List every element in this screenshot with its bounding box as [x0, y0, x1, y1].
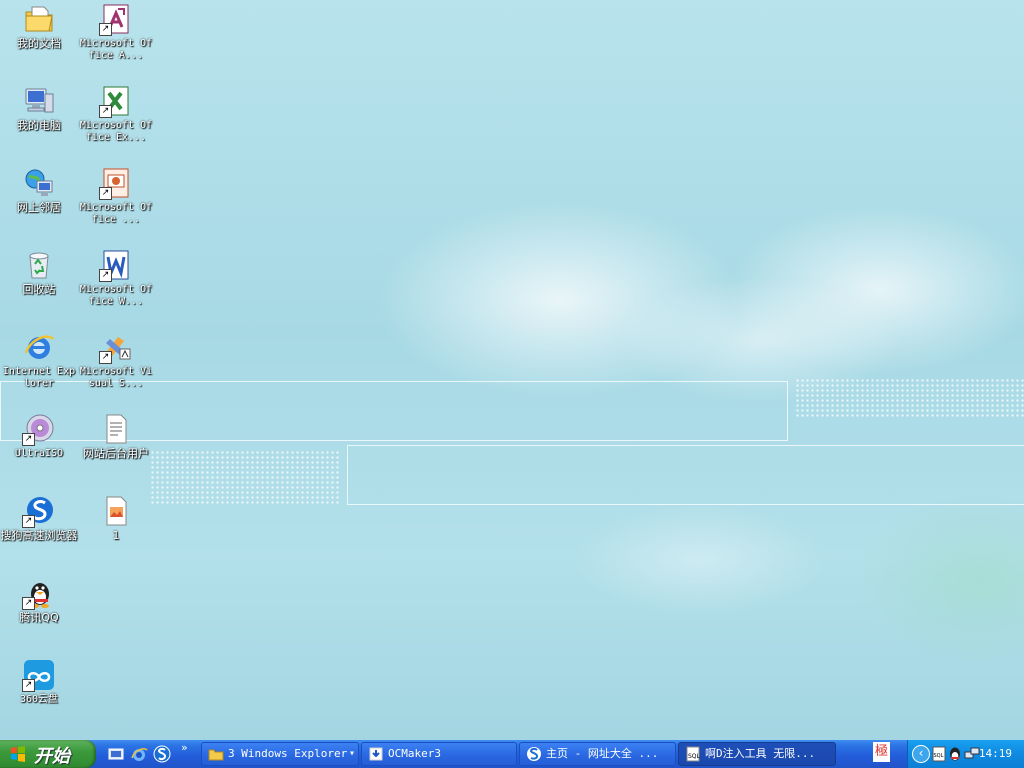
- shortcut-arrow-icon: ↗: [99, 269, 112, 282]
- windows-logo-icon: [10, 746, 26, 762]
- task-label: 主页 - 网址大全 ...: [546, 747, 659, 760]
- desktop-icon-internet-explorer[interactable]: Internet Explorer: [0, 331, 78, 390]
- desktop-icon-office-excel[interactable]: ↗ Microsoft Office Ex...: [77, 85, 155, 144]
- wallpaper-dots: [150, 450, 340, 505]
- desktop[interactable]: 我的文档 我的电脑 网上邻居 回收站 Internet Explorer ↗ U…: [0, 0, 1024, 740]
- 360-cloud-icon: ↗: [22, 659, 55, 692]
- sql-tool-icon: SQL: [685, 746, 701, 762]
- task-button-windows-explorer[interactable]: 3 Windows Explorer ▾: [201, 742, 359, 766]
- desktop-icon-sogou-browser[interactable]: ↗ 搜狗高速浏览器: [0, 495, 78, 542]
- shortcut-arrow-icon: ↗: [99, 105, 112, 118]
- start-label: 开始: [34, 746, 70, 767]
- svg-text:SQL: SQL: [688, 753, 701, 760]
- desktop-icon-label: 我的文档: [17, 37, 61, 50]
- desktop-icon-label: Microsoft Office W...: [79, 284, 153, 307]
- start-button[interactable]: 开始: [0, 740, 96, 768]
- ocmaker-app-icon: [368, 746, 384, 762]
- svg-text:SQL: SQL: [934, 753, 944, 759]
- shortcut-arrow-icon: ↗: [22, 515, 35, 528]
- sogou-browser-icon[interactable]: [153, 745, 171, 763]
- desktop-icon-recycle-bin[interactable]: 回收站: [0, 249, 78, 296]
- desktop-icon-office-access[interactable]: ↗ Microsoft Office A...: [77, 3, 155, 62]
- office-powerpoint-icon: ↗: [99, 167, 132, 200]
- my-documents-icon: [23, 3, 55, 35]
- image-file-icon: [100, 495, 132, 527]
- task-button-injection-tool[interactable]: SQL 啊D注入工具 无限...: [678, 742, 836, 766]
- qq-icon: ↗: [22, 577, 55, 610]
- task-button-ocmaker[interactable]: OCMaker3: [361, 742, 517, 766]
- desktop-icon-label: Internet Explorer: [2, 366, 76, 389]
- shortcut-arrow-icon: ↗: [99, 351, 112, 364]
- desktop-icon-label: 网上邻居: [17, 201, 61, 214]
- wallpaper-dots: [795, 378, 1024, 418]
- network-connection-icon[interactable]: [964, 746, 980, 762]
- qq-tray-icon[interactable]: [948, 746, 962, 762]
- show-desktop-icon[interactable]: [107, 745, 125, 763]
- desktop-icon-office-word[interactable]: ↗ Microsoft Office W...: [77, 249, 155, 308]
- desktop-icon-label: 360云盘: [19, 694, 59, 705]
- desktop-icon-label: 搜狗高速浏览器: [0, 529, 78, 542]
- task-group-dropdown-icon: ▾: [348, 748, 355, 759]
- ime-indicator-icon[interactable]: 極: [873, 742, 891, 762]
- text-file-icon: [100, 413, 132, 445]
- desktop-icon-label: 1: [112, 529, 120, 542]
- network-places-icon: [23, 167, 55, 199]
- desktop-icon-ultraiso[interactable]: ↗ UltraISO: [0, 413, 78, 460]
- desktop-icon-my-computer[interactable]: 我的电脑: [0, 85, 78, 132]
- desktop-icon-qq[interactable]: ↗ 腾讯QQ: [0, 577, 78, 624]
- chevron-left-icon: ‹: [918, 746, 924, 760]
- sql-tool-tray-icon[interactable]: SQL: [932, 746, 946, 762]
- office-access-icon: ↗: [99, 3, 132, 36]
- ultraiso-icon: ↗: [22, 413, 55, 446]
- clock[interactable]: 14:19: [979, 740, 1012, 768]
- office-excel-icon: ↗: [99, 85, 132, 118]
- desktop-icon-visual-studio[interactable]: ↗ Microsoft Visual S...: [77, 331, 155, 390]
- recycle-bin-icon: [23, 249, 55, 281]
- shortcut-arrow-icon: ↗: [22, 597, 35, 610]
- my-computer-icon: [23, 85, 55, 117]
- taskbar: 开始 » 3 Windows Explorer ▾ OCMaker3 主页 - …: [0, 740, 1024, 768]
- task-label: 啊D注入工具 无限...: [705, 747, 816, 760]
- desktop-icon-label: 我的电脑: [17, 119, 61, 132]
- sogou-browser-icon: [526, 746, 542, 762]
- quicklaunch-more-button[interactable]: »: [181, 741, 188, 754]
- folder-icon: [208, 746, 224, 762]
- internet-explorer-icon: [23, 331, 55, 363]
- desktop-icon-label: Microsoft Visual S...: [79, 366, 153, 389]
- desktop-icon-label: UltraISO: [14, 448, 64, 459]
- desktop-icon-label: Microsoft Office ...: [79, 202, 153, 225]
- shortcut-arrow-icon: ↗: [22, 433, 35, 446]
- desktop-icon-text-file[interactable]: 网站后台用户: [77, 413, 155, 460]
- desktop-icon-label: Microsoft Office Ex...: [79, 120, 153, 143]
- desktop-icon-image-file[interactable]: 1: [77, 495, 155, 542]
- task-label: 3 Windows Explorer: [228, 747, 348, 760]
- internet-explorer-icon[interactable]: [130, 745, 148, 763]
- desktop-icon-my-documents[interactable]: 我的文档: [0, 3, 78, 50]
- office-word-icon: ↗: [99, 249, 132, 282]
- shortcut-arrow-icon: ↗: [22, 679, 35, 692]
- desktop-icon-network-places[interactable]: 网上邻居: [0, 167, 78, 214]
- desktop-icon-360-cloud[interactable]: ↗ 360云盘: [0, 659, 78, 706]
- shortcut-arrow-icon: ↗: [99, 23, 112, 36]
- desktop-icon-label: 回收站: [22, 283, 56, 296]
- visual-studio-icon: ↗: [99, 331, 132, 364]
- wallpaper-band: [347, 445, 1024, 505]
- desktop-icon-label: Microsoft Office A...: [79, 38, 153, 61]
- sogou-browser-icon: ↗: [22, 495, 55, 528]
- tray-collapse-button[interactable]: ‹: [912, 745, 930, 763]
- system-tray: ‹ SQL 14:19: [907, 740, 1024, 768]
- shortcut-arrow-icon: ↗: [99, 187, 112, 200]
- desktop-icon-label: 腾讯QQ: [19, 611, 59, 624]
- desktop-icon-label: 网站后台用户: [83, 447, 149, 460]
- task-button-browser[interactable]: 主页 - 网址大全 ...: [519, 742, 676, 766]
- task-label: OCMaker3: [388, 747, 441, 760]
- desktop-icon-office-powerpoint[interactable]: ↗ Microsoft Office ...: [77, 167, 155, 226]
